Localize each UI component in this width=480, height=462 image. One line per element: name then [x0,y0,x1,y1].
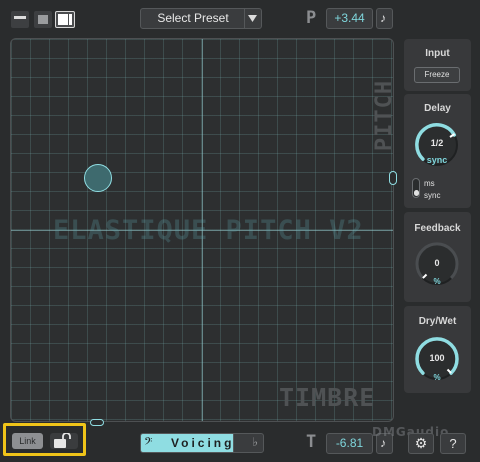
feedback-value: 0 [434,258,440,268]
voicing-label: Voicing [171,436,235,450]
preset-dropdown-button[interactable] [244,9,261,28]
pitch-axis-label: PITCH [372,79,394,152]
delay-mode-sync-label[interactable]: sync [424,191,440,200]
timbre-axis-label: TIMBRE [279,383,376,412]
delay-unit: sync [426,155,448,165]
panel-layout-icon [58,14,68,25]
feedback-unit: % [433,277,441,286]
freeze-button[interactable]: Freeze [414,67,460,83]
drywet-title: Dry/Wet [418,316,457,327]
view-minimal-button[interactable] [11,11,29,28]
input-section: Input [404,39,471,91]
preset-selector[interactable]: Select Preset [140,8,262,29]
input-title: Input [425,48,450,59]
triangle-down-icon [248,15,257,22]
delay-mode-toggle[interactable] [412,178,420,198]
drywet-value: 100 [429,353,445,363]
lock-button[interactable] [50,433,78,449]
bass-clef-icon: 𝄢 [144,435,153,450]
xy-pad-handle[interactable] [84,164,112,192]
pitch-edge-marker[interactable] [389,171,397,185]
pitch-note-button[interactable]: ♪ [376,8,393,29]
music-note-icon: ♪ [380,11,386,25]
view-full-button[interactable] [55,11,75,28]
pitch-value-field[interactable]: +3.44 [326,8,373,29]
minus-icon [14,16,26,19]
delay-mode-ms-label[interactable]: ms [424,179,435,188]
timbre-edge-marker[interactable] [90,419,104,426]
gear-icon: ⚙ [414,435,428,451]
voicing-button[interactable]: 𝄢 Voicing ♭ [140,433,264,453]
feedback-title: Feedback [414,223,461,234]
unlocked-padlock-icon [54,433,71,448]
product-watermark: ELASTIQUE PITCH V2 [53,215,364,246]
square-icon [38,15,48,24]
delay-value: 1/2 [430,138,444,148]
preset-label: Select Preset [157,11,229,25]
view-compact-button[interactable] [34,11,52,28]
pitch-letter: P [306,8,317,28]
link-button[interactable]: Link [12,433,43,449]
drywet-unit: % [433,373,441,382]
settings-button[interactable]: ⚙ [408,433,434,454]
help-label: ? [449,436,457,451]
help-button[interactable]: ? [440,433,466,454]
timbre-value-field[interactable]: -6.81 [326,433,373,454]
delay-title: Delay [424,103,451,114]
flat-sharp-icon[interactable]: ♭ [252,435,258,449]
xy-pad[interactable]: ELASTIQUE PITCH V2 PITCH TIMBRE [10,38,394,422]
timbre-letter: T [306,432,317,452]
